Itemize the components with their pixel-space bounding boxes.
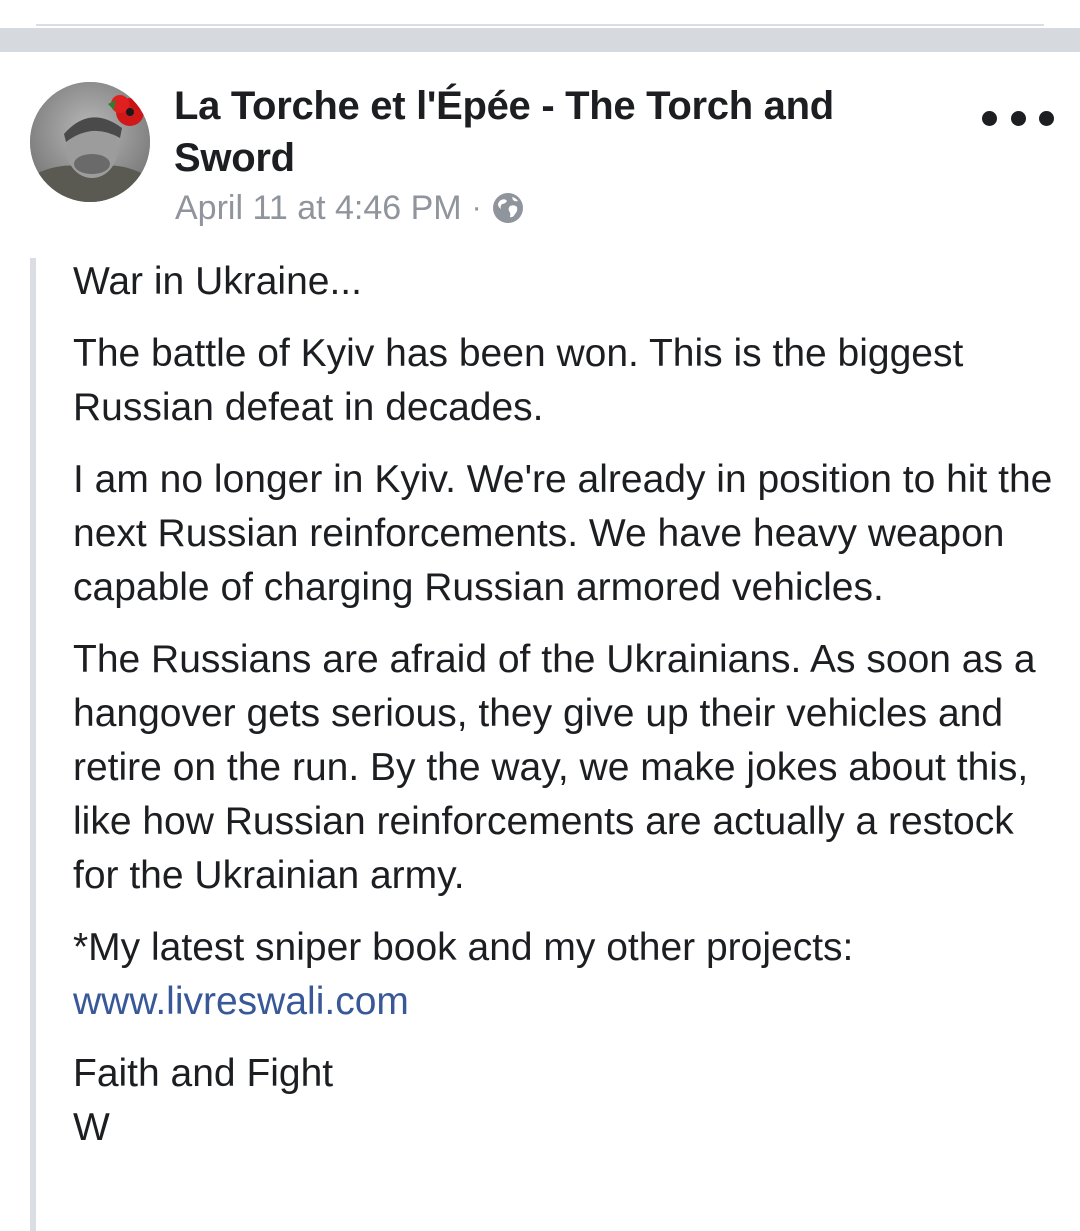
post-card: La Torche et l'Épée - The Torch and Swor… bbox=[0, 52, 1080, 1231]
post-timestamp[interactable]: April 11 at 4:46 PM bbox=[175, 189, 462, 228]
globe-icon bbox=[492, 192, 524, 224]
post-paragraph: The Russians are afraid of the Ukrainian… bbox=[73, 638, 1036, 897]
post-paragraph: The battle of Kyiv has been won. This is… bbox=[73, 332, 964, 429]
post-body: War in Ukraine... The battle of Kyiv has… bbox=[73, 255, 1058, 1173]
quote-bar bbox=[30, 258, 36, 1231]
post-meta: April 11 at 4:46 PM · bbox=[175, 186, 524, 230]
signoff-motto: Faith and Fight bbox=[73, 1052, 334, 1095]
more-dot-icon bbox=[1010, 110, 1026, 126]
more-options-button[interactable] bbox=[982, 96, 1054, 140]
author-avatar[interactable] bbox=[30, 82, 150, 202]
previous-post-bottom bbox=[0, 0, 1080, 28]
previous-post-divider bbox=[36, 24, 1044, 26]
signoff-initial: W bbox=[73, 1106, 110, 1149]
avatar-photo bbox=[30, 82, 150, 202]
meta-separator: · bbox=[471, 191, 482, 224]
post-paragraph-links: *My latest sniper book and my other proj… bbox=[73, 921, 1058, 1029]
post-signoff: Faith and Fight W bbox=[73, 1047, 1058, 1155]
post-paragraph: War in Ukraine... bbox=[73, 260, 362, 303]
post-paragraph: I am no longer in Kyiv. We're already in… bbox=[73, 458, 1053, 609]
projects-text: *My latest sniper book and my other proj… bbox=[73, 926, 854, 969]
feed-separator bbox=[0, 28, 1080, 52]
more-dot-icon bbox=[1039, 110, 1054, 126]
website-link[interactable]: www.livreswali.com bbox=[73, 980, 409, 1023]
author-name[interactable]: La Torche et l'Épée - The Torch and Swor… bbox=[174, 80, 874, 184]
more-dot-icon bbox=[982, 110, 997, 126]
